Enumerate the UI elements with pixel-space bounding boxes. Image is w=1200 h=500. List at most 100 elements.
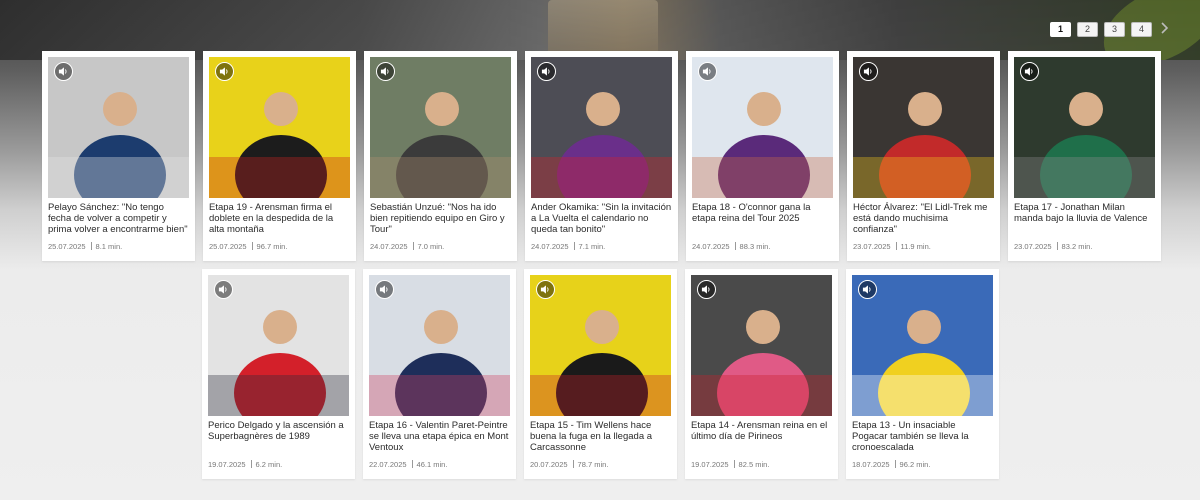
speaker-icon[interactable]	[697, 280, 716, 299]
divider	[572, 460, 574, 468]
divider	[734, 242, 736, 250]
video-thumbnail[interactable]	[852, 275, 993, 416]
chevron-right-icon[interactable]	[1157, 21, 1171, 35]
video-duration: 83.2 min.	[1061, 242, 1093, 251]
video-title[interactable]: Etapa 19 - Arensman firma el doblete en …	[209, 202, 350, 236]
video-duration: 96.2 min.	[899, 460, 931, 469]
video-thumbnail[interactable]	[48, 57, 189, 198]
page-button-1[interactable]: 1	[1050, 22, 1071, 37]
speaker-icon[interactable]	[698, 62, 717, 81]
video-meta: 23.07.2025 11.9 min.	[853, 242, 931, 251]
divider	[733, 460, 735, 468]
divider	[1056, 242, 1058, 250]
divider	[250, 460, 252, 468]
video-card[interactable]: Pelayo Sánchez: "No tengo fecha de volve…	[42, 51, 195, 261]
video-title[interactable]: Etapa 14 - Arensman reina en el último d…	[691, 420, 832, 454]
banner-decoration	[548, 0, 658, 52]
video-title[interactable]: Ander Okamika: "Sin la invitación a La V…	[531, 202, 672, 236]
video-card[interactable]: Etapa 19 - Arensman firma el doblete en …	[203, 51, 356, 261]
video-duration: 6.2 min.	[255, 460, 283, 469]
video-thumbnail[interactable]	[370, 57, 511, 198]
video-title[interactable]: Sebastián Unzué: "Nos ha ido bien repiti…	[370, 202, 511, 236]
divider	[251, 242, 253, 250]
video-title[interactable]: Pelayo Sánchez: "No tengo fecha de volve…	[48, 202, 189, 236]
video-row: Pelayo Sánchez: "No tengo fecha de volve…	[42, 51, 1161, 261]
video-duration: 82.5 min.	[738, 460, 770, 469]
speaker-icon[interactable]	[215, 62, 234, 81]
speaker-icon[interactable]	[214, 280, 233, 299]
video-date: 24.07.2025	[370, 242, 408, 251]
video-meta: 24.07.2025 88.3 min.	[692, 242, 770, 251]
video-date: 19.07.2025	[208, 460, 246, 469]
video-card[interactable]: Etapa 13 - Un insaciable Pogacar también…	[846, 269, 999, 479]
video-thumbnail[interactable]	[692, 57, 833, 198]
video-meta: 24.07.2025 7.0 min.	[370, 242, 444, 251]
video-card[interactable]: Ander Okamika: "Sin la invitación a La V…	[525, 51, 678, 261]
video-thumbnail[interactable]	[530, 275, 671, 416]
video-duration: 96.7 min.	[256, 242, 288, 251]
video-duration: 7.1 min.	[578, 242, 606, 251]
video-duration: 11.9 min.	[900, 242, 931, 251]
video-date: 25.07.2025	[48, 242, 86, 251]
divider	[894, 460, 896, 468]
video-card[interactable]: Sebastián Unzué: "Nos ha ido bien repiti…	[364, 51, 517, 261]
video-date: 25.07.2025	[209, 242, 247, 251]
video-title[interactable]: Etapa 16 - Valentin Paret-Peintre se lle…	[369, 420, 510, 454]
pagination: 1 2 3 4	[1050, 22, 1169, 37]
page-button-3[interactable]: 3	[1104, 22, 1125, 37]
video-duration: 46.1 min.	[416, 460, 448, 469]
video-thumbnail[interactable]	[691, 275, 832, 416]
video-thumbnail[interactable]	[369, 275, 510, 416]
speaker-icon[interactable]	[1020, 62, 1039, 81]
video-date: 18.07.2025	[852, 460, 890, 469]
video-card[interactable]: Etapa 14 - Arensman reina en el último d…	[685, 269, 838, 479]
video-thumbnail[interactable]	[1014, 57, 1155, 198]
video-date: 24.07.2025	[531, 242, 569, 251]
video-meta: 22.07.2025 46.1 min.	[369, 460, 447, 469]
speaker-icon[interactable]	[376, 62, 395, 81]
video-title[interactable]: Etapa 13 - Un insaciable Pogacar también…	[852, 420, 993, 454]
divider	[895, 242, 897, 250]
video-card[interactable]: Etapa 17 - Jonathan Milan manda bajo la …	[1008, 51, 1161, 261]
video-title[interactable]: Perico Delgado y la ascensión a Superbag…	[208, 420, 349, 454]
speaker-icon[interactable]	[858, 280, 877, 299]
video-title[interactable]: Etapa 18 - O'connor gana la etapa reina …	[692, 202, 833, 236]
video-card[interactable]: Héctor Álvarez: "El Lidl-Trek me está da…	[847, 51, 1000, 261]
video-grid: Pelayo Sánchez: "No tengo fecha de volve…	[42, 51, 1161, 487]
video-card[interactable]: Perico Delgado y la ascensión a Superbag…	[202, 269, 355, 479]
video-date: 19.07.2025	[691, 460, 729, 469]
video-duration: 8.1 min.	[95, 242, 123, 251]
video-title[interactable]: Héctor Álvarez: "El Lidl-Trek me está da…	[853, 202, 994, 236]
video-thumbnail[interactable]	[208, 275, 349, 416]
video-duration: 88.3 min.	[739, 242, 771, 251]
video-date: 23.07.2025	[1014, 242, 1052, 251]
video-meta: 18.07.2025 96.2 min.	[852, 460, 930, 469]
divider	[573, 242, 575, 250]
video-duration: 7.0 min.	[417, 242, 445, 251]
speaker-icon[interactable]	[537, 62, 556, 81]
video-meta: 24.07.2025 7.1 min.	[531, 242, 605, 251]
video-meta: 25.07.2025 8.1 min.	[48, 242, 122, 251]
page-button-2[interactable]: 2	[1077, 22, 1098, 37]
video-thumbnail[interactable]	[531, 57, 672, 198]
video-card[interactable]: Etapa 18 - O'connor gana la etapa reina …	[686, 51, 839, 261]
video-meta: 19.07.2025 6.2 min.	[208, 460, 282, 469]
video-meta: 23.07.2025 83.2 min.	[1014, 242, 1092, 251]
video-meta: 25.07.2025 96.7 min.	[209, 242, 287, 251]
video-row: Perico Delgado y la ascensión a Superbag…	[42, 269, 1158, 479]
speaker-icon[interactable]	[375, 280, 394, 299]
video-title[interactable]: Etapa 17 - Jonathan Milan manda bajo la …	[1014, 202, 1155, 236]
video-date: 20.07.2025	[530, 460, 568, 469]
video-thumbnail[interactable]	[209, 57, 350, 198]
divider	[412, 242, 414, 250]
video-date: 22.07.2025	[369, 460, 407, 469]
video-card[interactable]: Etapa 16 - Valentin Paret-Peintre se lle…	[363, 269, 516, 479]
video-title[interactable]: Etapa 15 - Tim Wellens hace buena la fug…	[530, 420, 671, 454]
video-card[interactable]: Etapa 15 - Tim Wellens hace buena la fug…	[524, 269, 677, 479]
video-duration: 78.7 min.	[577, 460, 609, 469]
video-thumbnail[interactable]	[853, 57, 994, 198]
speaker-icon[interactable]	[54, 62, 73, 81]
page-button-4[interactable]: 4	[1131, 22, 1152, 37]
speaker-icon[interactable]	[859, 62, 878, 81]
speaker-icon[interactable]	[536, 280, 555, 299]
